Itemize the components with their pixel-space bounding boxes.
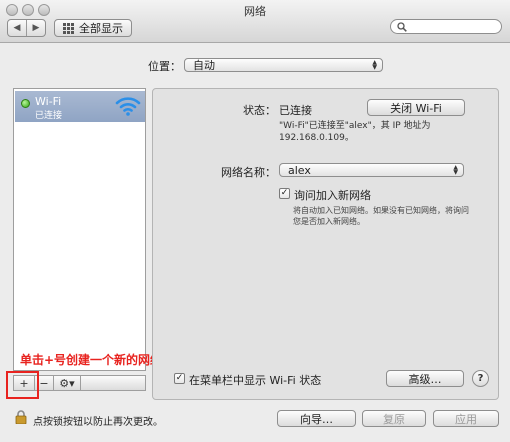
- title-bar: 网络 ◀ ▶ 全部显示: [0, 0, 510, 43]
- ask-join-description-line2: 您是否加入新网络。: [293, 217, 365, 226]
- status-label: 状态：: [243, 104, 276, 117]
- help-button[interactable]: ?: [472, 370, 489, 387]
- back-button[interactable]: ◀: [8, 20, 26, 36]
- location-value: 自动: [193, 59, 215, 72]
- grid-icon: [63, 22, 74, 34]
- forward-button[interactable]: ▶: [26, 20, 45, 36]
- status-description-line1: "Wi-Fi"已连接至"alex"，其 IP 地址为: [279, 121, 431, 131]
- location-popup[interactable]: 自动 ▲ ▼: [184, 58, 383, 72]
- advanced-button[interactable]: 高级…: [386, 370, 464, 387]
- gear-menu-button[interactable]: ⚙▾: [53, 376, 81, 390]
- service-list: Wi-Fi 已连接: [13, 88, 146, 371]
- connected-status-icon: [21, 99, 30, 108]
- search-input[interactable]: [390, 19, 502, 34]
- window-title: 网络: [244, 5, 266, 18]
- search-icon: [397, 21, 407, 32]
- show-menubar-label: 在菜单栏中显示 Wi-Fi 状态: [189, 374, 322, 387]
- network-name-popup[interactable]: alex ▲ ▼: [279, 163, 464, 177]
- ask-join-label: 询问加入新网络: [294, 189, 371, 202]
- wifi-icon: [115, 97, 141, 116]
- show-all-button[interactable]: 全部显示: [54, 19, 132, 37]
- show-menubar-checkbox[interactable]: ✓: [174, 373, 185, 384]
- status-value: 已连接: [279, 104, 312, 117]
- network-preferences-window: 网络 ◀ ▶ 全部显示 位置： 自动 ▲ ▼ Wi-Fi 已连接 单击+号创建一…: [0, 0, 510, 442]
- ask-join-description-line1: 将自动加入已知网络。如果没有已知网络，将询问: [293, 206, 469, 215]
- service-item-wifi[interactable]: Wi-Fi 已连接: [15, 91, 145, 122]
- location-label: 位置：: [148, 60, 181, 73]
- network-name-label: 网络名称：: [221, 166, 276, 179]
- apply-button[interactable]: 应用: [433, 410, 499, 427]
- service-status: 已连接: [35, 111, 63, 121]
- status-description-line2: 192.168.0.109。: [279, 133, 354, 143]
- lock-icon[interactable]: [15, 410, 27, 424]
- detail-panel: 状态： 已连接 关闭 Wi-Fi "Wi-Fi"已连接至"alex"，其 IP …: [152, 88, 499, 400]
- network-name-value: alex: [288, 163, 311, 177]
- ask-join-checkbox[interactable]: ✓: [279, 188, 290, 199]
- turn-off-wifi-button[interactable]: 关闭 Wi-Fi: [367, 99, 465, 116]
- show-all-label: 全部显示: [79, 22, 123, 35]
- popup-arrows-icon: ▲ ▼: [372, 59, 377, 71]
- lock-message: 点按锁按钮以防止再次更改。: [33, 417, 163, 428]
- annotation-highlight-box: [6, 371, 39, 399]
- popup-arrows-icon: ▲ ▼: [453, 164, 458, 176]
- service-name: Wi-Fi: [35, 95, 62, 108]
- nav-buttons: ◀ ▶: [7, 19, 46, 37]
- revert-button[interactable]: 复原: [362, 410, 426, 427]
- assist-me-button[interactable]: 向导…: [277, 410, 356, 427]
